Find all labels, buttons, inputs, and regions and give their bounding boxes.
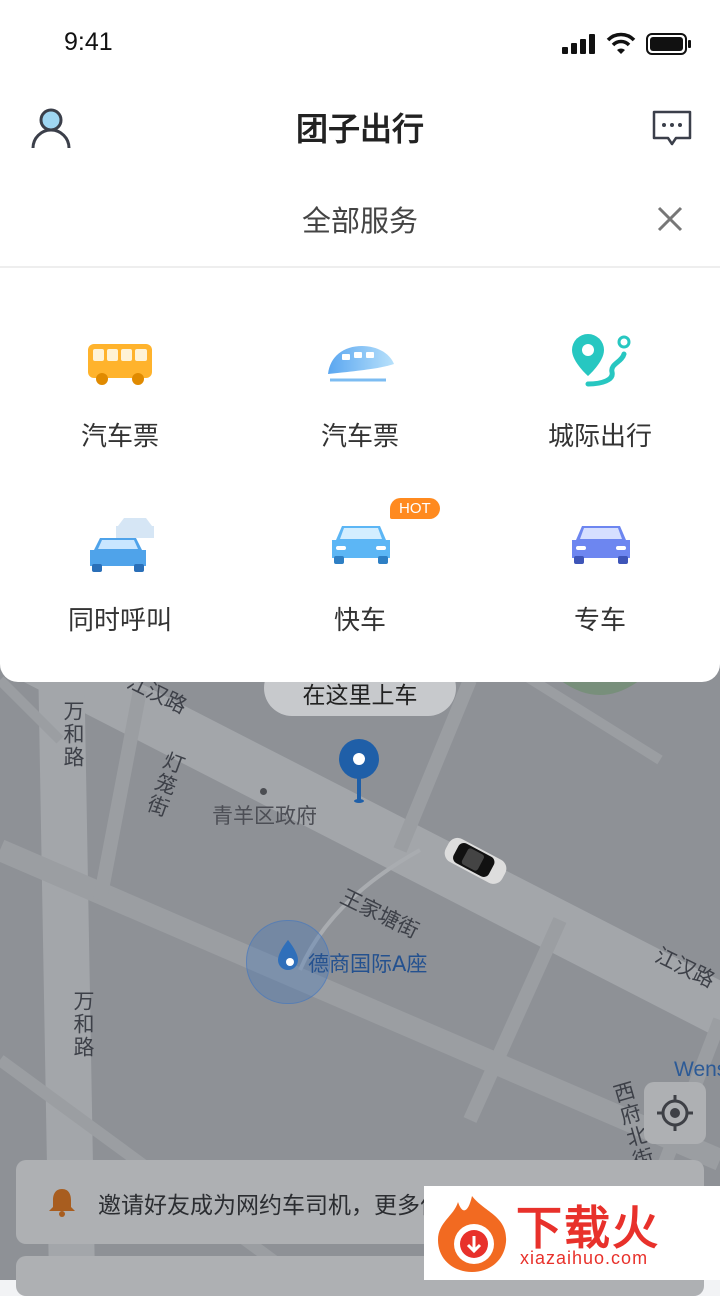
service-premium[interactable]: 专车 [480,504,720,636]
service-train-ticket[interactable]: 汽车票 [240,324,480,454]
watermark-logo: 下载火 xiazaihuo.com [424,1186,720,1280]
street-label: 万和路 [61,700,85,769]
flame-logo-icon [438,1196,507,1272]
services-panel: 全部服务 汽车票 汽车票 城际出行 同时呼叫 HOT 快车 专车 [0,174,720,682]
status-time: 9:41 [64,28,113,56]
poi-label: 青羊区政府 [212,804,317,828]
app-title: 团子出行 [295,110,424,148]
close-icon[interactable] [657,206,683,232]
multi-car-icon [90,518,154,572]
hot-badge: HOT [390,498,440,519]
current-location-label: 德商国际A座 [308,952,428,976]
service-express[interactable]: HOT 快车 [240,498,480,636]
service-intercity[interactable]: 城际出行 [480,324,720,454]
locate-button[interactable] [644,1082,706,1144]
car-icon [444,837,507,884]
service-label: 城际出行 [547,422,652,452]
services-title: 全部服务 [301,204,418,238]
premium-car-icon [572,526,630,564]
battery-icon [646,33,691,55]
train-icon [328,346,394,382]
message-icon[interactable] [652,110,692,148]
service-label: 快车 [333,606,386,636]
service-label: 汽车票 [320,422,399,452]
pickup-pin-icon[interactable] [338,738,380,804]
locate-icon [657,1095,693,1131]
service-label: 汽车票 [80,422,159,452]
bus-icon [88,344,152,385]
express-car-icon [332,526,390,564]
app-header: 团子出行 [0,88,720,174]
current-location-icon [278,940,298,970]
service-multi-call[interactable]: 同时呼叫 [0,504,240,636]
route-pin-icon [572,334,631,387]
street-label: 万和路 [71,990,95,1059]
status-bar: 9:41 [0,0,720,88]
poi-dot [260,788,267,795]
bell-icon [49,1189,75,1217]
signal-icon [562,34,595,54]
poi-label: Wens [674,1058,720,1081]
wifi-icon [606,32,636,54]
services-panel-header: 全部服务 [0,174,720,268]
service-bus-ticket[interactable]: 汽车票 [0,324,240,454]
service-label: 同时呼叫 [67,606,172,636]
watermark-domain: xiazaihuo.com [520,1248,649,1268]
service-label: 专车 [573,606,626,636]
